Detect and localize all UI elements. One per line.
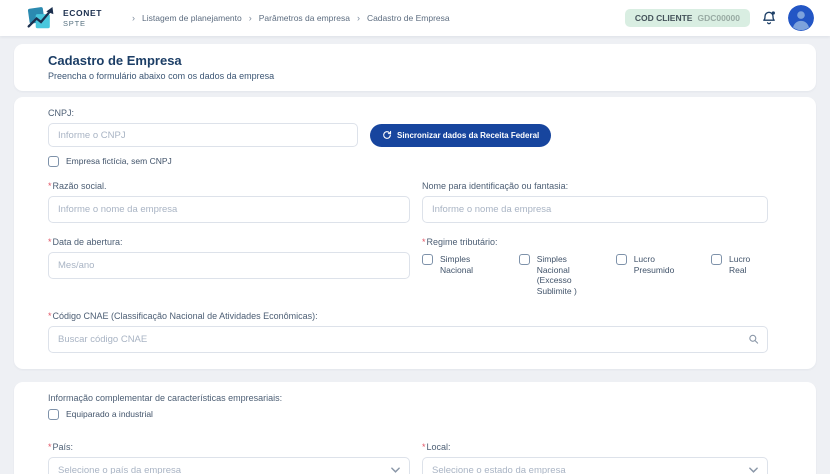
required-asterisk: * (422, 237, 426, 247)
required-asterisk: * (48, 237, 52, 247)
data-abertura-input[interactable] (48, 252, 410, 279)
local-label: *Local: (422, 441, 451, 452)
breadcrumb-item-current: Cadastro de Empresa (366, 13, 450, 23)
client-code-badge: COD CLIENTE GDC00000 (624, 9, 750, 27)
pais-local-row: *País: Selecione o país da empresa *Loca… (48, 442, 768, 474)
regime-option-simples-excesso: Simples Nacional (Excesso Sublimite ) (518, 254, 600, 297)
nome-fantasia-label: Nome para identificação ou fantasia: (422, 181, 569, 191)
local-field: *Local: Selecione o estado da empresa (422, 442, 768, 474)
client-code-label: COD CLIENTE (634, 13, 693, 23)
breadcrumb: › Listagem de planejamento › Parâmetros … (132, 13, 450, 23)
page-subtitle: Preencha o formulário abaixo com os dado… (48, 71, 275, 81)
pais-select[interactable]: Selecione o país da empresa (48, 456, 410, 474)
empresa-ficticia-checkbox-row: Empresa fictícia, sem CNPJ (48, 156, 768, 167)
breadcrumb-separator: › (356, 13, 360, 23)
equiparado-industrial-checkbox[interactable] (48, 408, 59, 420)
brand-subname: SPTE (63, 19, 86, 28)
required-asterisk: * (48, 181, 52, 191)
notification-dot (771, 11, 775, 15)
required-asterisk: * (48, 441, 52, 452)
breadcrumb-separator: › (248, 13, 252, 23)
client-code-value: GDC00000 (697, 13, 740, 23)
info-complementar-label: Informação complementar de característic… (48, 392, 283, 403)
sync-button-label: Sincronizar dados da Receita Federal (397, 130, 540, 140)
local-select[interactable]: Selecione o estado da empresa (422, 456, 768, 474)
bell-icon (763, 11, 775, 25)
page-title: Cadastro de Empresa (48, 53, 182, 68)
econet-logo-icon (27, 6, 54, 28)
razao-social-label: *Razão social. (48, 181, 107, 191)
pais-field: *País: Selecione o país da empresa (48, 442, 410, 474)
search-icon[interactable] (748, 334, 759, 345)
cnpj-label: CNPJ: (48, 108, 75, 118)
regime-tributario-label: *Regime tributário: (422, 237, 498, 247)
cnae-search-wrap (48, 325, 768, 353)
brand-text: ECONET SPTE (63, 8, 102, 28)
cnpj-input[interactable] (48, 123, 358, 147)
cnae-field: *Código CNAE (Classificação Nacional de … (48, 311, 768, 353)
breadcrumb-separator: › (132, 13, 136, 23)
equiparado-checkbox-row: Equiparado a industrial (48, 408, 768, 420)
sync-receita-federal-button[interactable]: Sincronizar dados da Receita Federal (370, 123, 552, 147)
top-bar: ECONET SPTE › Listagem de planejamento ›… (0, 0, 830, 36)
required-asterisk: * (48, 310, 52, 321)
nome-fantasia-field: Nome para identificação ou fantasia: (422, 181, 768, 223)
cnae-label: *Código CNAE (Classificação Nacional de … (48, 310, 318, 321)
regime-option-simples-nacional: Simples Nacional (422, 254, 503, 297)
nome-fantasia-input[interactable] (422, 196, 768, 223)
brand-logo[interactable]: ECONET SPTE (26, 5, 102, 32)
empresa-ficticia-label: Empresa fictícia, sem CNPJ (66, 156, 172, 166)
brand-name: ECONET (63, 8, 103, 18)
lucro-presumido-checkbox[interactable] (615, 254, 627, 265)
topbar-actions: COD CLIENTE GDC00000 (624, 5, 814, 31)
regime-option-lucro-real: Lucro Real (711, 254, 768, 297)
sync-icon (383, 130, 392, 139)
pais-label: *País: (48, 441, 74, 452)
complementary-info-card: Informação complementar de característic… (14, 381, 816, 474)
chevron-down-icon (391, 467, 400, 473)
user-icon (788, 5, 814, 31)
abertura-regime-row: *Data de abertura: *Regime tributário: S… (48, 237, 768, 297)
cnpj-row: Sincronizar dados da Receita Federal (48, 123, 768, 147)
company-form-card: CNPJ: Sincronizar dados da Receita Feder… (14, 97, 816, 369)
data-abertura-field: *Data de abertura: (48, 237, 410, 297)
notifications-button[interactable] (761, 10, 777, 26)
name-fields-row: *Razão social. Nome para identificação o… (48, 181, 768, 223)
page-title-card: Cadastro de Empresa Preencha o formulári… (14, 44, 816, 91)
simples-excesso-checkbox[interactable] (518, 254, 530, 265)
razao-social-input[interactable] (48, 196, 410, 223)
equiparado-label: Equiparado a industrial (66, 408, 153, 419)
razao-social-field: *Razão social. (48, 181, 410, 223)
breadcrumb-item-parametros[interactable]: Parâmetros da empresa (259, 13, 350, 23)
cnae-search-input[interactable] (48, 325, 768, 353)
data-abertura-label: *Data de abertura: (48, 237, 123, 247)
regime-tributario-field: *Regime tributário: Simples Nacional Sim… (422, 237, 768, 297)
lucro-real-checkbox[interactable] (711, 254, 723, 265)
empresa-ficticia-checkbox[interactable] (48, 156, 59, 167)
required-asterisk: * (422, 441, 426, 452)
page-content: Cadastro de Empresa Preencha o formulári… (0, 44, 830, 474)
simples-nacional-checkbox[interactable] (422, 254, 433, 265)
chevron-down-icon (749, 467, 758, 473)
regime-options: Simples Nacional Simples Nacional (Exces… (422, 254, 768, 297)
regime-option-lucro-presumido: Lucro Presumido (615, 254, 695, 297)
breadcrumb-item-planejamento[interactable]: Listagem de planejamento (142, 13, 242, 23)
user-avatar[interactable] (788, 5, 814, 31)
